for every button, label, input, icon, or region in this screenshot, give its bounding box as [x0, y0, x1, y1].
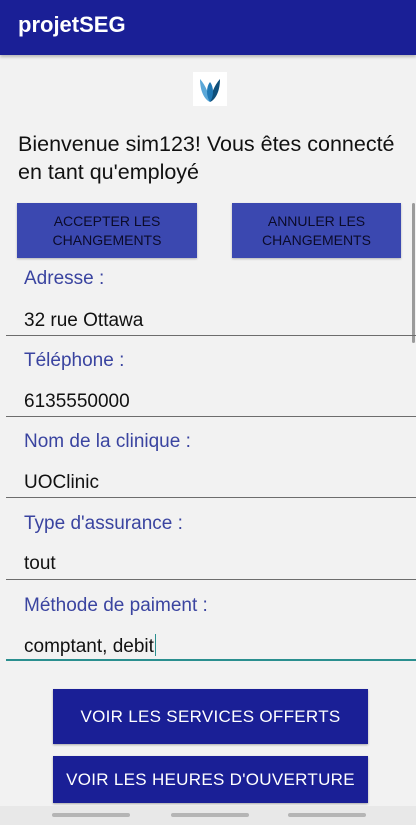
payment-method-label: Méthode de paiment : [24, 595, 208, 616]
view-hours-button[interactable]: VOIR LES HEURES D'OUVERTURE [53, 756, 368, 803]
payment-method-field[interactable]: comptant, debit [24, 634, 157, 658]
cancel-changes-button[interactable]: ANNULER LES CHANGEMENTS [232, 203, 401, 258]
text-cursor [154, 634, 157, 656]
phone-underline [6, 416, 416, 417]
payment-method-value: comptant, debit [24, 636, 154, 657]
clinic-name-underline [6, 497, 416, 498]
app-title: projetSEG [18, 12, 126, 37]
address-underline [6, 335, 416, 336]
address-field[interactable]: 32 rue Ottawa [24, 310, 143, 332]
phone-field[interactable]: 6135550000 [24, 391, 130, 413]
phone-label: Téléphone : [24, 350, 125, 371]
cancel-changes-label: ANNULER LES CHANGEMENTS [262, 212, 371, 248]
nav-home-pill[interactable] [171, 813, 249, 817]
view-services-button[interactable]: VOIR LES SERVICES OFFERTS [53, 689, 368, 744]
address-label: Adresse : [24, 268, 105, 289]
insurance-type-field[interactable]: tout [24, 553, 56, 575]
scrollbar[interactable] [412, 203, 415, 343]
nav-recents-pill[interactable] [288, 813, 366, 817]
accept-changes-label: ACCEPTER LES CHANGEMENTS [52, 212, 162, 248]
welcome-message: Bienvenue sim123! Vous êtes connecté en … [18, 132, 395, 184]
insurance-type-underline [6, 579, 416, 580]
nav-back-pill[interactable] [52, 813, 130, 817]
insurance-type-label: Type d'assurance : [24, 513, 183, 534]
payment-method-underline [6, 659, 416, 661]
clinic-name-label: Nom de la clinique : [24, 431, 191, 452]
accept-changes-button[interactable]: ACCEPTER LES CHANGEMENTS [17, 203, 197, 258]
clinic-logo-icon [193, 72, 227, 106]
clinic-name-field[interactable]: UOClinic [24, 472, 99, 494]
app-bar: projetSEG [0, 0, 416, 55]
